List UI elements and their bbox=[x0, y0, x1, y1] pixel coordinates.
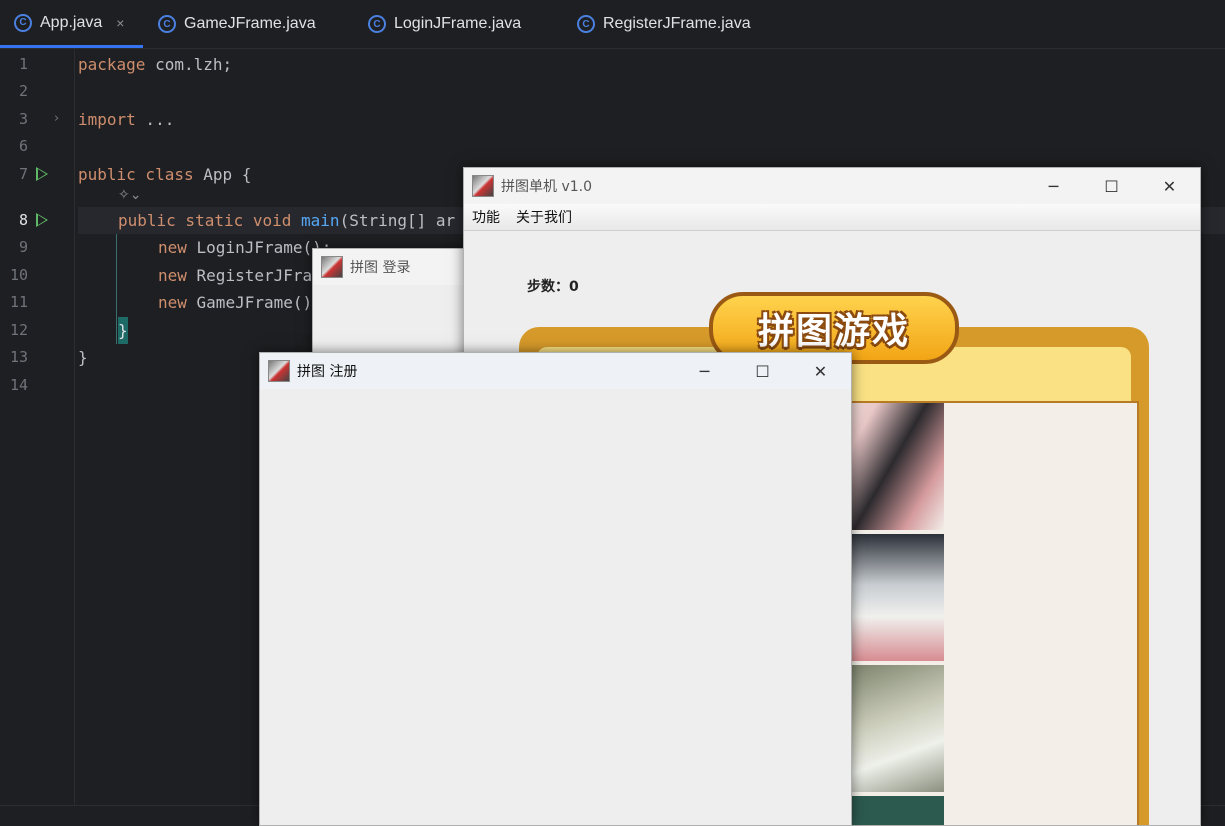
code-line-10: new RegisterJFra bbox=[158, 266, 313, 285]
line-number: 3 bbox=[18, 110, 28, 128]
java-class-icon: C bbox=[158, 15, 176, 33]
line-number: 6 bbox=[18, 137, 28, 155]
register-content bbox=[260, 389, 851, 825]
tab-label: LoginJFrame.java bbox=[394, 15, 522, 32]
line-number: 14 bbox=[9, 376, 28, 394]
line-number: 7 bbox=[18, 165, 28, 183]
register-titlebar[interactable]: 拼图 注册 ─ ☐ ✕ bbox=[260, 353, 851, 389]
line-gutter[interactable]: 1 2 3 6 7 8 9 10 11 12 13 14 › bbox=[0, 49, 75, 805]
indent-guide bbox=[116, 234, 117, 344]
game-titlebar[interactable]: 拼图单机 v1.0 ─ ☐ ✕ bbox=[464, 168, 1200, 204]
line-number: 2 bbox=[18, 82, 28, 100]
tab-label: App.java bbox=[40, 13, 103, 31]
line-number: 12 bbox=[9, 321, 28, 339]
tab-app-java[interactable]: C App.java × bbox=[0, 0, 143, 48]
close-icon[interactable]: × bbox=[116, 15, 124, 31]
run-icon[interactable] bbox=[36, 167, 48, 181]
code-line-1: package com.lzh; bbox=[78, 55, 233, 74]
java-class-icon: C bbox=[368, 15, 386, 33]
tab-loginjframe-java[interactable]: C LoginJFrame.java bbox=[368, 0, 521, 48]
maximize-button[interactable]: ☐ bbox=[1083, 168, 1140, 204]
maximize-button[interactable]: ☐ bbox=[734, 353, 791, 389]
java-app-icon bbox=[268, 360, 290, 382]
code-line-9: new LoginJFrame(); bbox=[158, 238, 332, 257]
java-app-icon bbox=[321, 256, 343, 278]
java-class-icon: C bbox=[14, 13, 32, 32]
minimize-button[interactable]: ─ bbox=[676, 353, 733, 389]
register-window-title: 拼图 注册 bbox=[297, 364, 358, 380]
line-number: 13 bbox=[9, 348, 28, 366]
java-class-icon: C bbox=[577, 15, 595, 33]
minimize-button[interactable]: ─ bbox=[1025, 168, 1082, 204]
fold-chevron-icon[interactable]: › bbox=[54, 111, 59, 126]
tab-label: RegisterJFrame.java bbox=[603, 15, 751, 32]
line-number: 10 bbox=[9, 266, 28, 284]
run-icon[interactable] bbox=[36, 213, 48, 227]
login-titlebar[interactable]: 拼图 登录 bbox=[313, 249, 483, 285]
ai-assist-icon[interactable]: ✧⌄ bbox=[118, 187, 141, 203]
game-window-title: 拼图单机 v1.0 bbox=[501, 179, 592, 195]
menu-function[interactable]: 功能 bbox=[472, 207, 500, 227]
register-window[interactable]: 拼图 注册 ─ ☐ ✕ bbox=[259, 352, 852, 826]
editor-tabbar: C App.java × C GameJFrame.java C LoginJF… bbox=[0, 0, 1225, 49]
tab-registerjframe-java[interactable]: C RegisterJFrame.java bbox=[577, 0, 751, 48]
tab-gamejframe-java[interactable]: C GameJFrame.java bbox=[158, 0, 316, 48]
code-line-7: public class App { bbox=[78, 165, 252, 184]
tab-label: GameJFrame.java bbox=[184, 15, 316, 32]
line-number: 1 bbox=[18, 55, 28, 73]
login-window-title: 拼图 登录 bbox=[350, 260, 411, 276]
game-menubar: 功能 关于我们 bbox=[464, 204, 1200, 231]
line-number: 8 bbox=[18, 211, 28, 229]
line-number: 9 bbox=[18, 238, 28, 256]
code-line-11: new GameJFrame() bbox=[158, 293, 313, 312]
line-number: 11 bbox=[9, 293, 28, 311]
close-button[interactable]: ✕ bbox=[1141, 168, 1198, 204]
code-line-13: } bbox=[78, 348, 88, 367]
close-button[interactable]: ✕ bbox=[792, 353, 849, 389]
java-app-icon bbox=[472, 175, 494, 197]
code-line-3: import ... bbox=[78, 110, 175, 129]
code-line-12: } bbox=[118, 317, 128, 344]
menu-about-us[interactable]: 关于我们 bbox=[516, 207, 572, 227]
